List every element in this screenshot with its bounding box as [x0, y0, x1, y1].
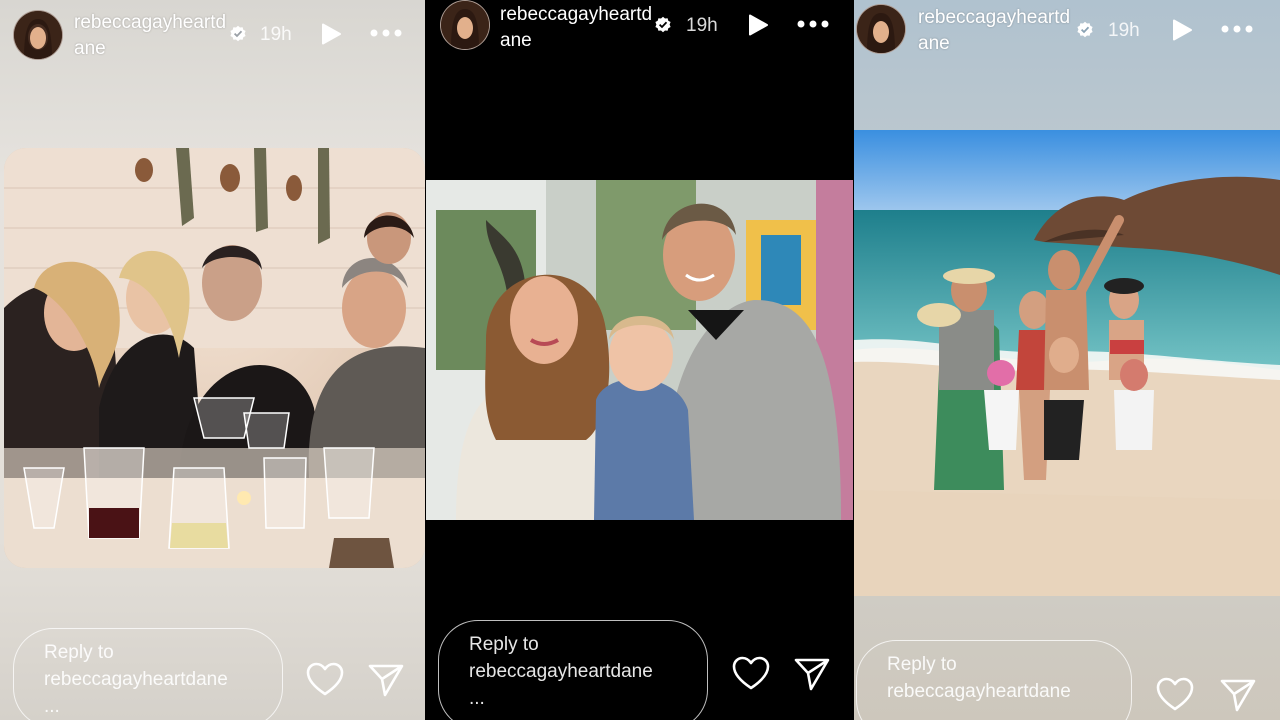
username[interactable]: rebeccagayheartdane: [918, 5, 1080, 57]
verified-badge-icon: [655, 16, 671, 33]
heart-icon[interactable]: [732, 656, 770, 692]
story-photo: [4, 148, 425, 568]
reply-placeholder-user: rebeccagayheartdane: [44, 669, 228, 690]
more-options-icon[interactable]: [369, 28, 403, 38]
heart-icon[interactable]: [306, 662, 344, 698]
play-icon[interactable]: [320, 23, 342, 45]
verified-badge-icon: [230, 25, 246, 42]
reply-placeholder-prefix: Reply to: [887, 654, 957, 675]
profile-avatar[interactable]: [13, 10, 63, 60]
story-time: 19h: [686, 15, 718, 36]
story-panel-event[interactable]: rebeccagayheartdane 19h Reply to rebecca…: [426, 0, 854, 720]
verified-badge-icon: [1077, 21, 1093, 38]
reply-placeholder-ellipsis: ...: [44, 696, 60, 717]
reply-input[interactable]: Reply to rebeccagayheartdane: [856, 640, 1132, 720]
send-icon[interactable]: [367, 662, 405, 698]
story-panel-beach[interactable]: rebeccagayheartdane 19h Reply to rebecca…: [854, 0, 1280, 720]
send-icon[interactable]: [1219, 677, 1257, 713]
send-icon[interactable]: [793, 656, 831, 692]
more-options-icon[interactable]: [1220, 24, 1254, 34]
play-icon[interactable]: [1171, 19, 1193, 41]
story-header: rebeccagayheartdane 19h: [0, 0, 426, 70]
story-photo: [426, 180, 854, 520]
profile-avatar[interactable]: [856, 4, 906, 54]
heart-icon[interactable]: [1156, 677, 1194, 713]
story-time: 19h: [1108, 20, 1140, 41]
story-header: rebeccagayheartdane 19h: [426, 0, 854, 70]
profile-avatar[interactable]: [440, 0, 490, 50]
username[interactable]: rebeccagayheartdane: [74, 10, 236, 62]
reply-placeholder-user: rebeccagayheartdane: [469, 661, 653, 682]
username[interactable]: rebeccagayheartdane: [500, 2, 662, 54]
reply-input[interactable]: Reply to rebeccagayheartdane ...: [438, 620, 708, 720]
reply-placeholder-ellipsis: ...: [469, 688, 485, 709]
play-icon[interactable]: [747, 14, 769, 36]
more-options-icon[interactable]: [796, 19, 830, 29]
reply-input[interactable]: Reply to rebeccagayheartdane ...: [13, 628, 283, 720]
story-header: rebeccagayheartdane 19h: [854, 0, 1280, 70]
story-time: 19h: [260, 24, 292, 45]
reply-placeholder-prefix: Reply to: [44, 642, 114, 663]
story-panel-dinner[interactable]: rebeccagayheartdane 19h Reply to rebecca…: [0, 0, 426, 720]
story-photo: [854, 130, 1280, 596]
reply-placeholder-user: rebeccagayheartdane: [887, 681, 1071, 702]
reply-placeholder-prefix: Reply to: [469, 634, 539, 655]
